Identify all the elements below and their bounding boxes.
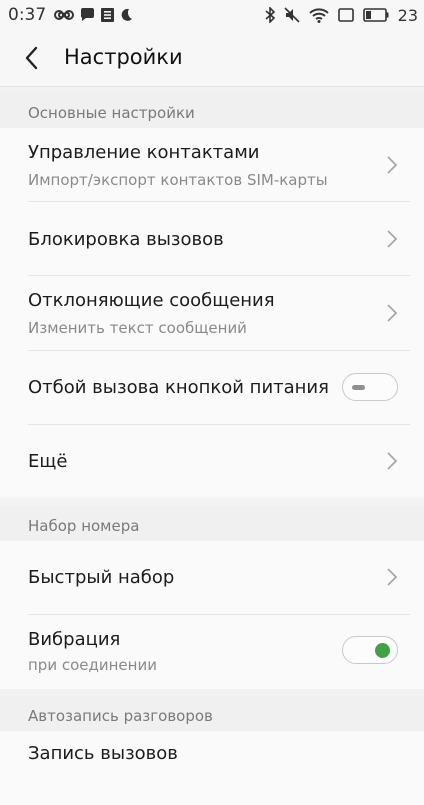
chevron-right-icon [387, 452, 398, 470]
infinity-icon [54, 9, 75, 21]
chat-bubble-icon [80, 8, 95, 22]
power-button-end-call-toggle[interactable] [342, 373, 398, 401]
screen-rotate-icon [337, 8, 354, 22]
moon-icon [120, 8, 133, 22]
reject-messages-item[interactable]: Отклоняющие сообщения Изменить текст соо… [0, 276, 424, 351]
wifi-icon [308, 7, 329, 23]
vibration-label: Вибрация [28, 629, 121, 650]
status-time: 0:37 [8, 5, 47, 25]
bluetooth-icon [265, 7, 275, 23]
call-recording-item[interactable]: Запись вызовов [0, 731, 424, 805]
toggle-on-indicator [375, 643, 390, 658]
power-button-end-call-label: Отбой вызова кнопкой питания [28, 377, 329, 398]
chevron-right-icon [387, 568, 398, 586]
battery-level: 23 [397, 5, 418, 25]
contacts-management-item[interactable]: Управление контактами Импорт/экспорт кон… [0, 128, 424, 202]
vibration-item: Вибрация при соединении [0, 615, 424, 689]
contacts-management-label: Управление контактами [28, 142, 260, 163]
toggle-off-indicator [352, 385, 365, 390]
mute-icon [284, 7, 300, 23]
power-button-end-call-item: Отбой вызова кнопкой питания [0, 351, 424, 425]
chevron-right-icon [387, 304, 398, 322]
status-bar: 0:37 23 [0, 0, 424, 30]
reject-messages-sub: Изменить текст сообщений [28, 319, 247, 337]
back-button[interactable] [18, 44, 46, 72]
section-header-basic: Основные настройки [0, 93, 424, 133]
vibration-toggle[interactable] [342, 636, 398, 664]
call-blocking-label: Блокировка вызовов [28, 229, 224, 250]
page-title: Настройки [64, 45, 183, 69]
battery-icon [362, 8, 389, 22]
vibration-sub: при соединении [28, 656, 157, 674]
app-bar: Настройки [0, 30, 424, 87]
chevron-right-icon [387, 156, 398, 174]
call-blocking-item[interactable]: Блокировка вызовов [0, 202, 424, 276]
speed-dial-label: Быстрый набор [28, 567, 175, 588]
section-header-dial: Набор номера [0, 506, 424, 546]
list-notification-icon [101, 8, 115, 22]
more-item[interactable]: Ещё [0, 425, 424, 498]
more-label: Ещё [28, 451, 68, 472]
reject-messages-label: Отклоняющие сообщения [28, 290, 275, 311]
contacts-management-sub: Импорт/экспорт контактов SIM-карты [28, 171, 328, 189]
section-header-autorecord: Автозапись разговоров [0, 696, 424, 736]
chevron-left-icon [25, 46, 38, 70]
chevron-right-icon [387, 230, 398, 248]
speed-dial-item[interactable]: Быстрый набор [0, 541, 424, 615]
